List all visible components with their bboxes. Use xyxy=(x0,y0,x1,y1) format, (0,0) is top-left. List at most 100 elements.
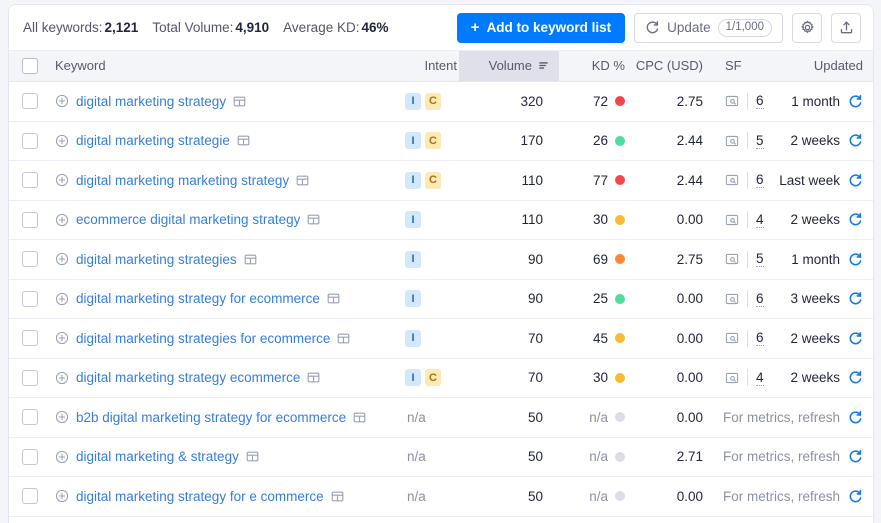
add-keyword-icon[interactable] xyxy=(55,489,69,503)
row-checkbox[interactable] xyxy=(22,488,38,505)
add-keyword-icon[interactable] xyxy=(55,94,69,108)
intent-badge-i[interactable]: I xyxy=(405,211,421,229)
add-keyword-icon[interactable] xyxy=(55,331,69,345)
add-keyword-icon[interactable] xyxy=(55,410,69,424)
sort-desc-icon[interactable] xyxy=(538,60,549,71)
keyword-link[interactable]: ecommerce digital marketing strategy xyxy=(76,212,300,227)
column-header-sf[interactable]: SF xyxy=(719,50,793,82)
sf-value[interactable]: 6 xyxy=(756,330,764,347)
row-refresh-icon[interactable] xyxy=(848,133,863,148)
row-refresh-icon[interactable] xyxy=(848,94,863,109)
serp-features-icon[interactable] xyxy=(725,292,739,306)
serp-preview-icon[interactable] xyxy=(237,134,250,147)
intent-badge-c[interactable]: C xyxy=(425,369,441,387)
table-row[interactable]: digital marketing & strategy n/a 50 n/a … xyxy=(9,437,873,477)
row-refresh-icon[interactable] xyxy=(848,370,863,385)
column-header-cpc[interactable]: CPC (USD) xyxy=(636,50,719,82)
add-keyword-icon[interactable] xyxy=(55,292,69,306)
intent-badge-i[interactable]: I xyxy=(405,171,421,189)
column-header-volume[interactable]: Volume xyxy=(459,50,559,82)
add-keyword-icon[interactable] xyxy=(55,450,69,464)
sf-value[interactable]: 6 xyxy=(756,291,764,307)
keyword-link[interactable]: digital marketing strategy ecommerce xyxy=(76,370,300,385)
column-header-intent[interactable]: Intent xyxy=(403,50,459,82)
row-checkbox[interactable] xyxy=(22,290,38,307)
serp-preview-icon[interactable] xyxy=(331,490,344,503)
keyword-link[interactable]: digital marketing strategy xyxy=(76,94,226,109)
intent-badge-i[interactable]: I xyxy=(405,132,421,150)
row-checkbox[interactable] xyxy=(22,211,38,228)
row-checkbox[interactable] xyxy=(22,330,38,347)
add-keyword-icon[interactable] xyxy=(55,371,69,385)
intent-badge-i[interactable]: I xyxy=(405,329,421,347)
keyword-link[interactable]: digital marketing strategie xyxy=(76,133,230,148)
sf-value[interactable]: 5 xyxy=(756,133,764,149)
table-row[interactable]: digital marketing strategy for ecommerce… xyxy=(9,279,873,319)
sf-value[interactable]: 4 xyxy=(756,370,764,386)
row-refresh-icon[interactable] xyxy=(848,410,863,425)
add-keyword-icon[interactable] xyxy=(55,252,69,266)
keyword-link[interactable]: digital marketing strategies for ecommer… xyxy=(76,331,330,346)
intent-badge-i[interactable]: I xyxy=(405,250,421,268)
serp-features-icon[interactable] xyxy=(725,94,739,108)
serp-preview-icon[interactable] xyxy=(233,95,246,108)
table-row[interactable]: digital marketing strategie IC 170 26 2.… xyxy=(9,121,873,161)
row-checkbox[interactable] xyxy=(22,448,38,465)
keyword-link[interactable]: digital marketing strategy for ecommerce xyxy=(76,291,320,306)
serp-preview-icon[interactable] xyxy=(353,411,366,424)
intent-badge-c[interactable]: C xyxy=(425,171,441,189)
row-refresh-icon[interactable] xyxy=(848,212,863,227)
add-keyword-icon[interactable] xyxy=(55,213,69,227)
column-header-updated[interactable]: Updated xyxy=(793,50,873,82)
row-checkbox[interactable] xyxy=(22,93,38,110)
row-checkbox[interactable] xyxy=(22,251,38,268)
intent-badge-i[interactable]: I xyxy=(405,290,421,308)
row-checkbox[interactable] xyxy=(22,409,38,426)
column-header-keyword[interactable]: Keyword xyxy=(51,50,403,82)
serp-features-icon[interactable] xyxy=(725,252,739,266)
keyword-link[interactable]: digital marketing strategies xyxy=(76,252,237,267)
add-to-keyword-list-button[interactable]: + Add to keyword list xyxy=(456,12,626,43)
intent-badge-i[interactable]: I xyxy=(405,92,421,110)
update-button[interactable]: Update 1/1,000 xyxy=(634,12,783,43)
serp-preview-icon[interactable] xyxy=(307,213,320,226)
table-row[interactable]: digital marketing strategy for e commerc… xyxy=(9,476,873,517)
keyword-link[interactable]: digital marketing & strategy xyxy=(76,449,239,464)
serp-preview-icon[interactable] xyxy=(327,292,340,305)
serp-features-icon[interactable] xyxy=(725,134,739,148)
row-checkbox[interactable] xyxy=(22,369,38,386)
keyword-link[interactable]: digital marketing marketing strategy xyxy=(76,173,289,188)
intent-badge-c[interactable]: C xyxy=(425,132,441,150)
intent-badge-c[interactable]: C xyxy=(425,92,441,110)
row-refresh-icon[interactable] xyxy=(848,331,863,346)
table-row[interactable]: digital marketing strategy ecommerce IC … xyxy=(9,358,873,398)
select-all-checkbox[interactable] xyxy=(22,57,38,74)
serp-preview-icon[interactable] xyxy=(307,371,320,384)
sf-value[interactable]: 6 xyxy=(756,93,764,110)
table-row[interactable]: digital marketing marketing strategy IC … xyxy=(9,160,873,201)
row-checkbox[interactable] xyxy=(22,172,38,189)
table-row[interactable]: b2b digital marketing strategy for ecomm… xyxy=(9,397,873,438)
row-refresh-icon[interactable] xyxy=(848,489,863,504)
sf-value[interactable]: 5 xyxy=(756,251,764,268)
row-refresh-icon[interactable] xyxy=(848,291,863,306)
add-keyword-icon[interactable] xyxy=(55,134,69,148)
serp-preview-icon[interactable] xyxy=(246,450,259,463)
keyword-link[interactable]: b2b digital marketing strategy for ecomm… xyxy=(76,410,346,425)
serp-preview-icon[interactable] xyxy=(337,332,350,345)
keyword-link[interactable]: digital marketing strategy for e commerc… xyxy=(76,489,324,504)
row-refresh-icon[interactable] xyxy=(848,252,863,267)
serp-features-icon[interactable] xyxy=(725,371,739,385)
intent-badge-i[interactable]: I xyxy=(405,369,421,387)
sf-value[interactable]: 6 xyxy=(756,172,764,189)
export-icon[interactable] xyxy=(831,12,861,43)
serp-features-icon[interactable] xyxy=(725,331,739,345)
table-row[interactable]: digital marketing strategies for ecommer… xyxy=(9,318,873,359)
add-keyword-icon[interactable] xyxy=(55,173,69,187)
row-checkbox[interactable] xyxy=(22,132,38,149)
gear-icon[interactable] xyxy=(792,12,822,43)
serp-features-icon[interactable] xyxy=(725,173,739,187)
column-header-kd[interactable]: KD % xyxy=(559,50,641,82)
row-refresh-icon[interactable] xyxy=(848,173,863,188)
table-row[interactable]: digital marketing strategy IC 320 72 2.7… xyxy=(9,81,873,122)
